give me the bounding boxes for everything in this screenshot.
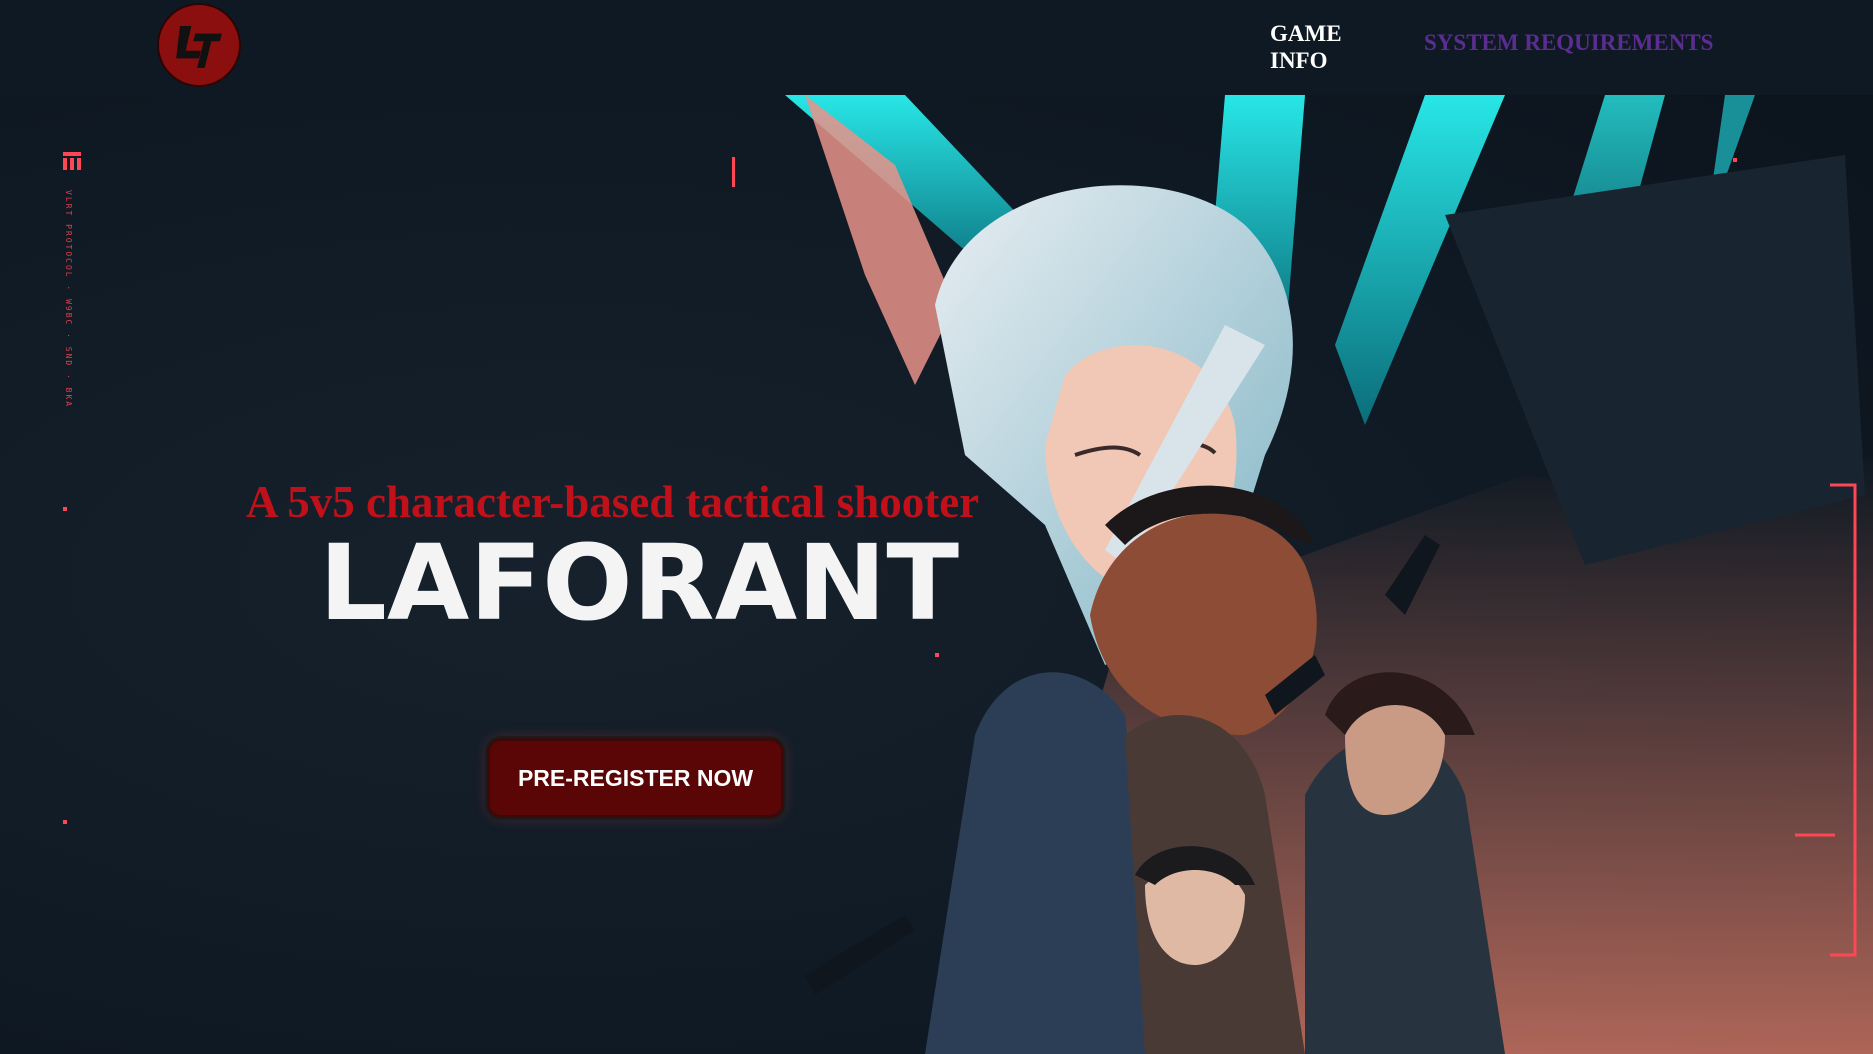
side-text: VLRT PROTOCOL · W9BC · SND · BKA — [64, 190, 73, 409]
hero-tagline: A 5v5 character-based tactical shooter — [246, 477, 980, 527]
pre-register-button[interactable]: PRE-REGISTER NOW — [487, 738, 784, 818]
dot-decoration — [63, 820, 67, 824]
hero-section: VLRT PROTOCOL · W9BC · SND · BKA A 5v5 c… — [0, 0, 1873, 1054]
brand-title-text: LAFORANT — [319, 533, 959, 633]
lt-logo-icon[interactable] — [157, 3, 241, 87]
nav-link-system-requirements[interactable]: SYSTEM REQUIREMENTS — [1424, 29, 1713, 56]
nav-link-game-info[interactable]: GAME INFO — [1270, 20, 1365, 74]
dot-decoration — [63, 507, 67, 511]
dot-decoration — [935, 653, 939, 657]
top-navigation: GAME INFO SYSTEM REQUIREMENTS — [0, 0, 1873, 95]
brand-title: LAFORANT — [319, 533, 959, 633]
red-tick-mark — [732, 157, 735, 187]
dot-decoration — [1733, 158, 1737, 162]
